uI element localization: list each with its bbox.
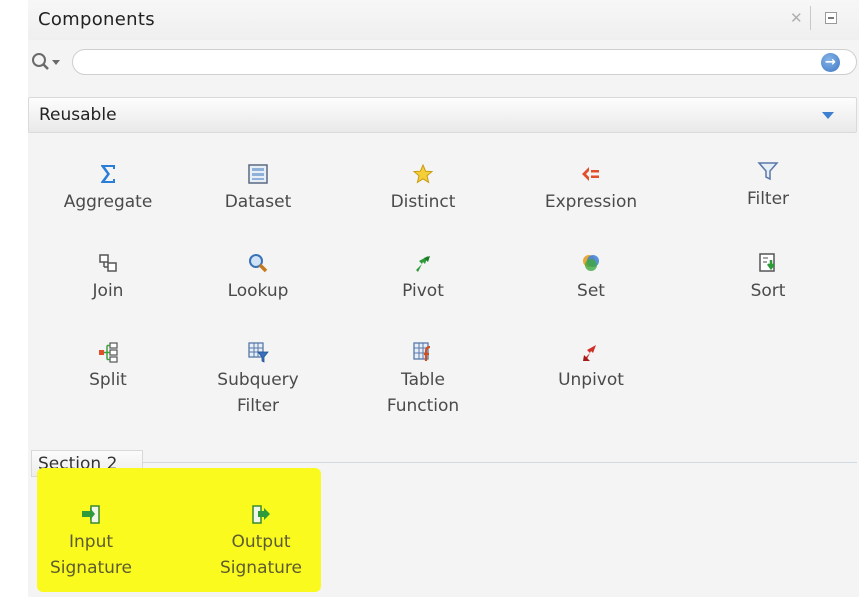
component-label: Sort	[750, 281, 786, 301]
component-split[interactable]: Split	[33, 341, 183, 393]
magnifier-icon	[249, 254, 268, 273]
component-input-signature[interactable]: Input Signature	[16, 503, 166, 581]
dataset-icon	[248, 164, 268, 184]
search-bar	[28, 47, 859, 77]
component-label-line1: Output	[231, 532, 291, 552]
component-output-signature[interactable]: Output Signature	[186, 503, 336, 581]
sort-icon	[759, 253, 775, 272]
component-label: Pivot	[402, 281, 444, 301]
category-dropdown[interactable]: Reusable	[28, 97, 857, 133]
component-label-line2: Signature	[49, 558, 132, 578]
component-set[interactable]: Set	[516, 252, 666, 304]
expression-icon	[582, 167, 599, 181]
component-expression[interactable]: Expression	[516, 163, 666, 215]
search-go-icon[interactable]	[821, 53, 840, 72]
search-icon	[32, 53, 60, 70]
component-lookup[interactable]: Lookup	[183, 252, 333, 304]
search-options-button[interactable]	[30, 50, 72, 74]
component-sort[interactable]: Sort	[693, 252, 843, 304]
component-label: Dataset	[224, 192, 292, 212]
minimize-icon[interactable]	[825, 12, 837, 24]
category-dropdown-value: Reusable	[39, 105, 117, 125]
component-label: Unpivot	[558, 370, 624, 390]
table-function-icon	[413, 342, 431, 361]
component-label-line2: Function	[386, 396, 460, 416]
star-icon	[412, 163, 434, 184]
output-signature-icon	[252, 505, 270, 524]
panel-titlebar: Components ✕	[28, 0, 859, 40]
component-label: Split	[89, 370, 127, 390]
split-icon	[99, 342, 118, 363]
chevron-down-icon	[822, 112, 834, 119]
component-label-line1: Table	[401, 370, 445, 390]
section-divider	[143, 462, 857, 463]
subquery-filter-icon	[248, 342, 269, 363]
input-signature-icon	[82, 505, 100, 524]
titlebar-divider	[810, 6, 811, 30]
close-icon[interactable]: ✕	[790, 9, 803, 27]
component-label: Filter	[746, 189, 790, 209]
sigma-icon	[101, 165, 115, 183]
component-join[interactable]: Join	[33, 252, 183, 304]
component-subquery-filter[interactable]: Subquery Filter	[183, 341, 333, 419]
panel-title: Components	[38, 9, 155, 30]
component-label-line1: Subquery	[217, 370, 299, 390]
join-icon	[99, 254, 117, 272]
component-label: Expression	[544, 192, 638, 212]
component-label: Join	[92, 281, 124, 301]
component-label: Distinct	[390, 192, 456, 212]
component-distinct[interactable]: Distinct	[348, 163, 498, 215]
component-dataset[interactable]: Dataset	[183, 163, 333, 215]
pivot-arrows-icon	[416, 256, 430, 272]
component-label: Set	[577, 281, 605, 301]
component-label-line1: Input	[68, 532, 114, 552]
search-input[interactable]	[72, 49, 857, 75]
filter-funnel-icon	[757, 162, 779, 181]
component-label: Aggregate	[63, 192, 153, 212]
set-circles-icon	[583, 255, 599, 271]
component-filter[interactable]: Filter	[693, 160, 843, 212]
component-label: Lookup	[227, 281, 289, 301]
component-aggregate[interactable]: Aggregate	[33, 163, 183, 215]
component-unpivot[interactable]: Unpivot	[516, 341, 666, 393]
components-panel: Components ✕ Reusable Aggregate	[28, 0, 859, 597]
component-label-line2: Filter	[236, 396, 280, 416]
component-label-line2: Signature	[219, 558, 302, 578]
component-table-function[interactable]: Table Function	[348, 341, 498, 419]
unpivot-arrows-icon	[583, 345, 596, 361]
component-pivot[interactable]: Pivot	[348, 252, 498, 304]
